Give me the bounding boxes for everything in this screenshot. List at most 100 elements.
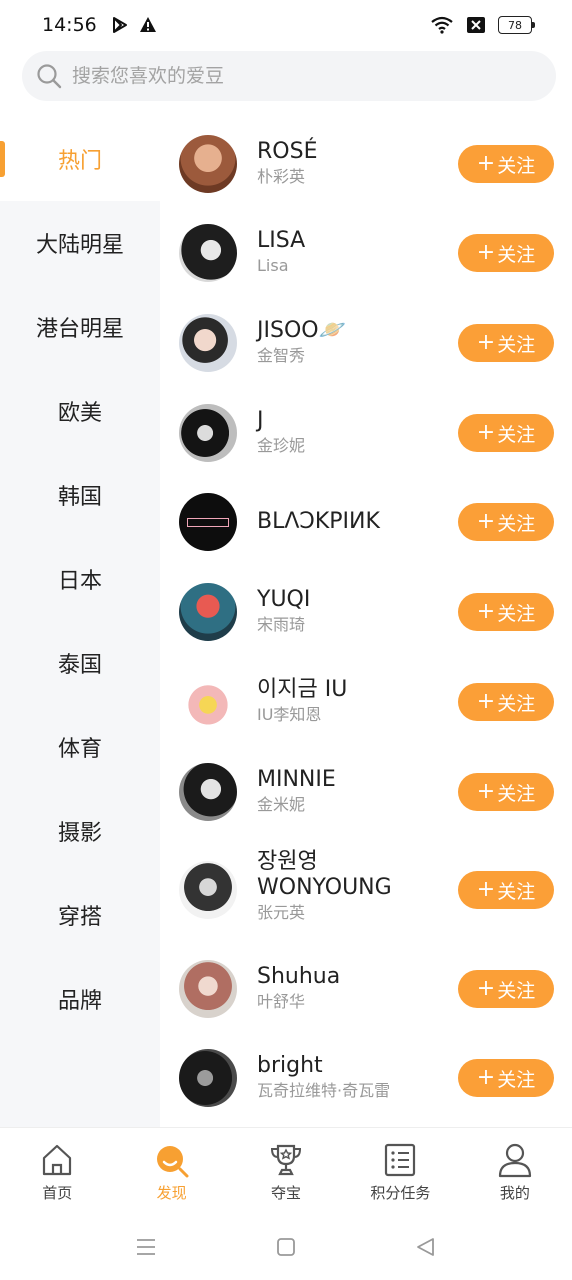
list-item[interactable]: 장원영 WONYOUNG 张元英 + 关注: [160, 849, 572, 922]
search-bar[interactable]: [22, 51, 556, 101]
plus-icon: +: [476, 240, 496, 265]
back-system-button[interactable]: [356, 1237, 496, 1257]
list-item[interactable]: bright 瓦奇拉维特·奇瓦雷 + 关注: [160, 1049, 572, 1107]
play-store-icon: [112, 17, 127, 33]
sim-x-icon: [467, 17, 485, 33]
search-input[interactable]: [72, 65, 512, 87]
menu-icon: [137, 1238, 155, 1255]
category-hk-tw[interactable]: 港台明星: [0, 285, 160, 369]
follow-label: 关注: [497, 979, 536, 1002]
nav-tasks[interactable]: 积分任务: [343, 1128, 457, 1213]
idol-name-line1: 장원영: [257, 849, 318, 874]
avatar: [179, 763, 237, 821]
follow-button[interactable]: + 关注: [458, 234, 554, 272]
plus-icon: +: [476, 509, 496, 534]
category-label: 穿搭: [57, 905, 102, 930]
follow-button[interactable]: + 关注: [458, 970, 554, 1008]
home-icon: [43, 1144, 72, 1176]
list-item[interactable]: Shuhua 叶舒华 + 关注: [160, 960, 572, 1018]
plus-icon: +: [476, 420, 496, 445]
idol-name: LISA: [257, 228, 306, 253]
category-brands[interactable]: 品牌: [0, 957, 160, 1041]
follow-label: 关注: [497, 423, 536, 446]
category-label: 日本: [57, 569, 102, 594]
plus-icon: +: [476, 779, 496, 804]
follow-label: 关注: [497, 243, 536, 266]
list-item[interactable]: BLΛƆKPIИK + 关注: [160, 493, 572, 551]
category-outfits[interactable]: 穿搭: [0, 873, 160, 957]
avatar: [179, 314, 237, 372]
plus-icon: +: [476, 689, 496, 714]
task-list-icon: [385, 1143, 416, 1177]
list-item[interactable]: ROSÉ 朴彩英 + 关注: [160, 135, 572, 193]
category-label: 韩国: [57, 485, 102, 510]
category-korea[interactable]: 韩国: [0, 453, 160, 537]
idol-list: ROSÉ 朴彩英 + 关注 LISA Lisa + 关注 JISOO🪐 金智秀 + 关…: [160, 117, 572, 1127]
trophy-icon: [271, 1144, 302, 1176]
list-item[interactable]: JISOO🪐 金智秀 + 关注: [160, 314, 572, 372]
list-item[interactable]: LISA Lisa + 关注: [160, 224, 572, 282]
idol-name: BLΛƆKPIИK: [257, 509, 380, 534]
category-label: 泰国: [57, 653, 102, 678]
follow-button[interactable]: + 关注: [458, 414, 554, 452]
nav-label: 我的: [499, 1184, 530, 1202]
category-label: 摄影: [57, 821, 102, 846]
avatar: [179, 861, 237, 919]
nav-profile[interactable]: 我的: [458, 1128, 572, 1213]
follow-button[interactable]: + 关注: [458, 324, 554, 362]
follow-button[interactable]: + 关注: [458, 683, 554, 721]
blackpink-logo: [187, 517, 229, 527]
status-bar: 14:56 78: [0, 0, 572, 50]
battery-icon: 78: [498, 16, 535, 34]
idol-name: 이지금 IU: [257, 677, 348, 702]
category-label: 欧美: [57, 401, 102, 426]
idol-name: ROSÉ: [257, 139, 318, 164]
list-item[interactable]: J 金珍妮 + 关注: [160, 404, 572, 462]
follow-button[interactable]: + 关注: [458, 593, 554, 631]
category-sports[interactable]: 体育: [0, 705, 160, 789]
idol-name: bright: [257, 1053, 323, 1078]
list-item[interactable]: 이지금 IU IU李知恩 + 关注: [160, 673, 572, 731]
list-item[interactable]: YUQI 宋雨琦 + 关注: [160, 583, 572, 641]
plus-icon: +: [476, 1065, 496, 1090]
nav-home[interactable]: 首页: [0, 1128, 114, 1213]
nav-treasure[interactable]: 夺宝: [229, 1128, 343, 1213]
category-photography[interactable]: 摄影: [0, 789, 160, 873]
category-label: 港台明星: [35, 317, 124, 342]
follow-label: 关注: [497, 782, 536, 805]
idol-subtitle: 金智秀: [257, 346, 306, 365]
nav-label: 首页: [42, 1184, 73, 1202]
avatar: [179, 673, 237, 731]
battery-level: 78: [508, 18, 522, 32]
follow-button[interactable]: + 关注: [458, 773, 554, 811]
follow-label: 关注: [497, 333, 536, 356]
nav-label: 发现: [156, 1184, 187, 1202]
follow-button[interactable]: + 关注: [458, 145, 554, 183]
home-system-button[interactable]: [216, 1237, 356, 1257]
category-label: 大陆明星: [35, 233, 124, 258]
avatar: [179, 224, 237, 282]
category-hot[interactable]: 热门: [0, 117, 160, 201]
avatar: [179, 1049, 237, 1107]
category-western[interactable]: 欧美: [0, 369, 160, 453]
recent-apps-button[interactable]: [76, 1237, 216, 1257]
plus-icon: +: [476, 330, 496, 355]
status-time: 14:56: [42, 14, 97, 36]
category-mainland[interactable]: 大陆明星: [0, 201, 160, 285]
list-item[interactable]: MINNIE 金米妮 + 关注: [160, 763, 572, 821]
avatar: [179, 135, 237, 193]
nav-label: 积分任务: [370, 1184, 431, 1202]
follow-button[interactable]: + 关注: [458, 871, 554, 909]
avatar: [179, 960, 237, 1018]
avatar: [179, 404, 237, 462]
category-japan[interactable]: 日本: [0, 537, 160, 621]
nav-discover[interactable]: 发现: [114, 1128, 228, 1213]
square-icon: [277, 1237, 295, 1256]
idol-subtitle: 宋雨琦: [257, 615, 306, 634]
follow-label: 关注: [497, 602, 536, 625]
idol-name: Shuhua: [257, 964, 341, 989]
follow-button[interactable]: + 关注: [458, 503, 554, 541]
follow-button[interactable]: + 关注: [458, 1059, 554, 1097]
category-thailand[interactable]: 泰国: [0, 621, 160, 705]
follow-label: 关注: [497, 512, 536, 535]
